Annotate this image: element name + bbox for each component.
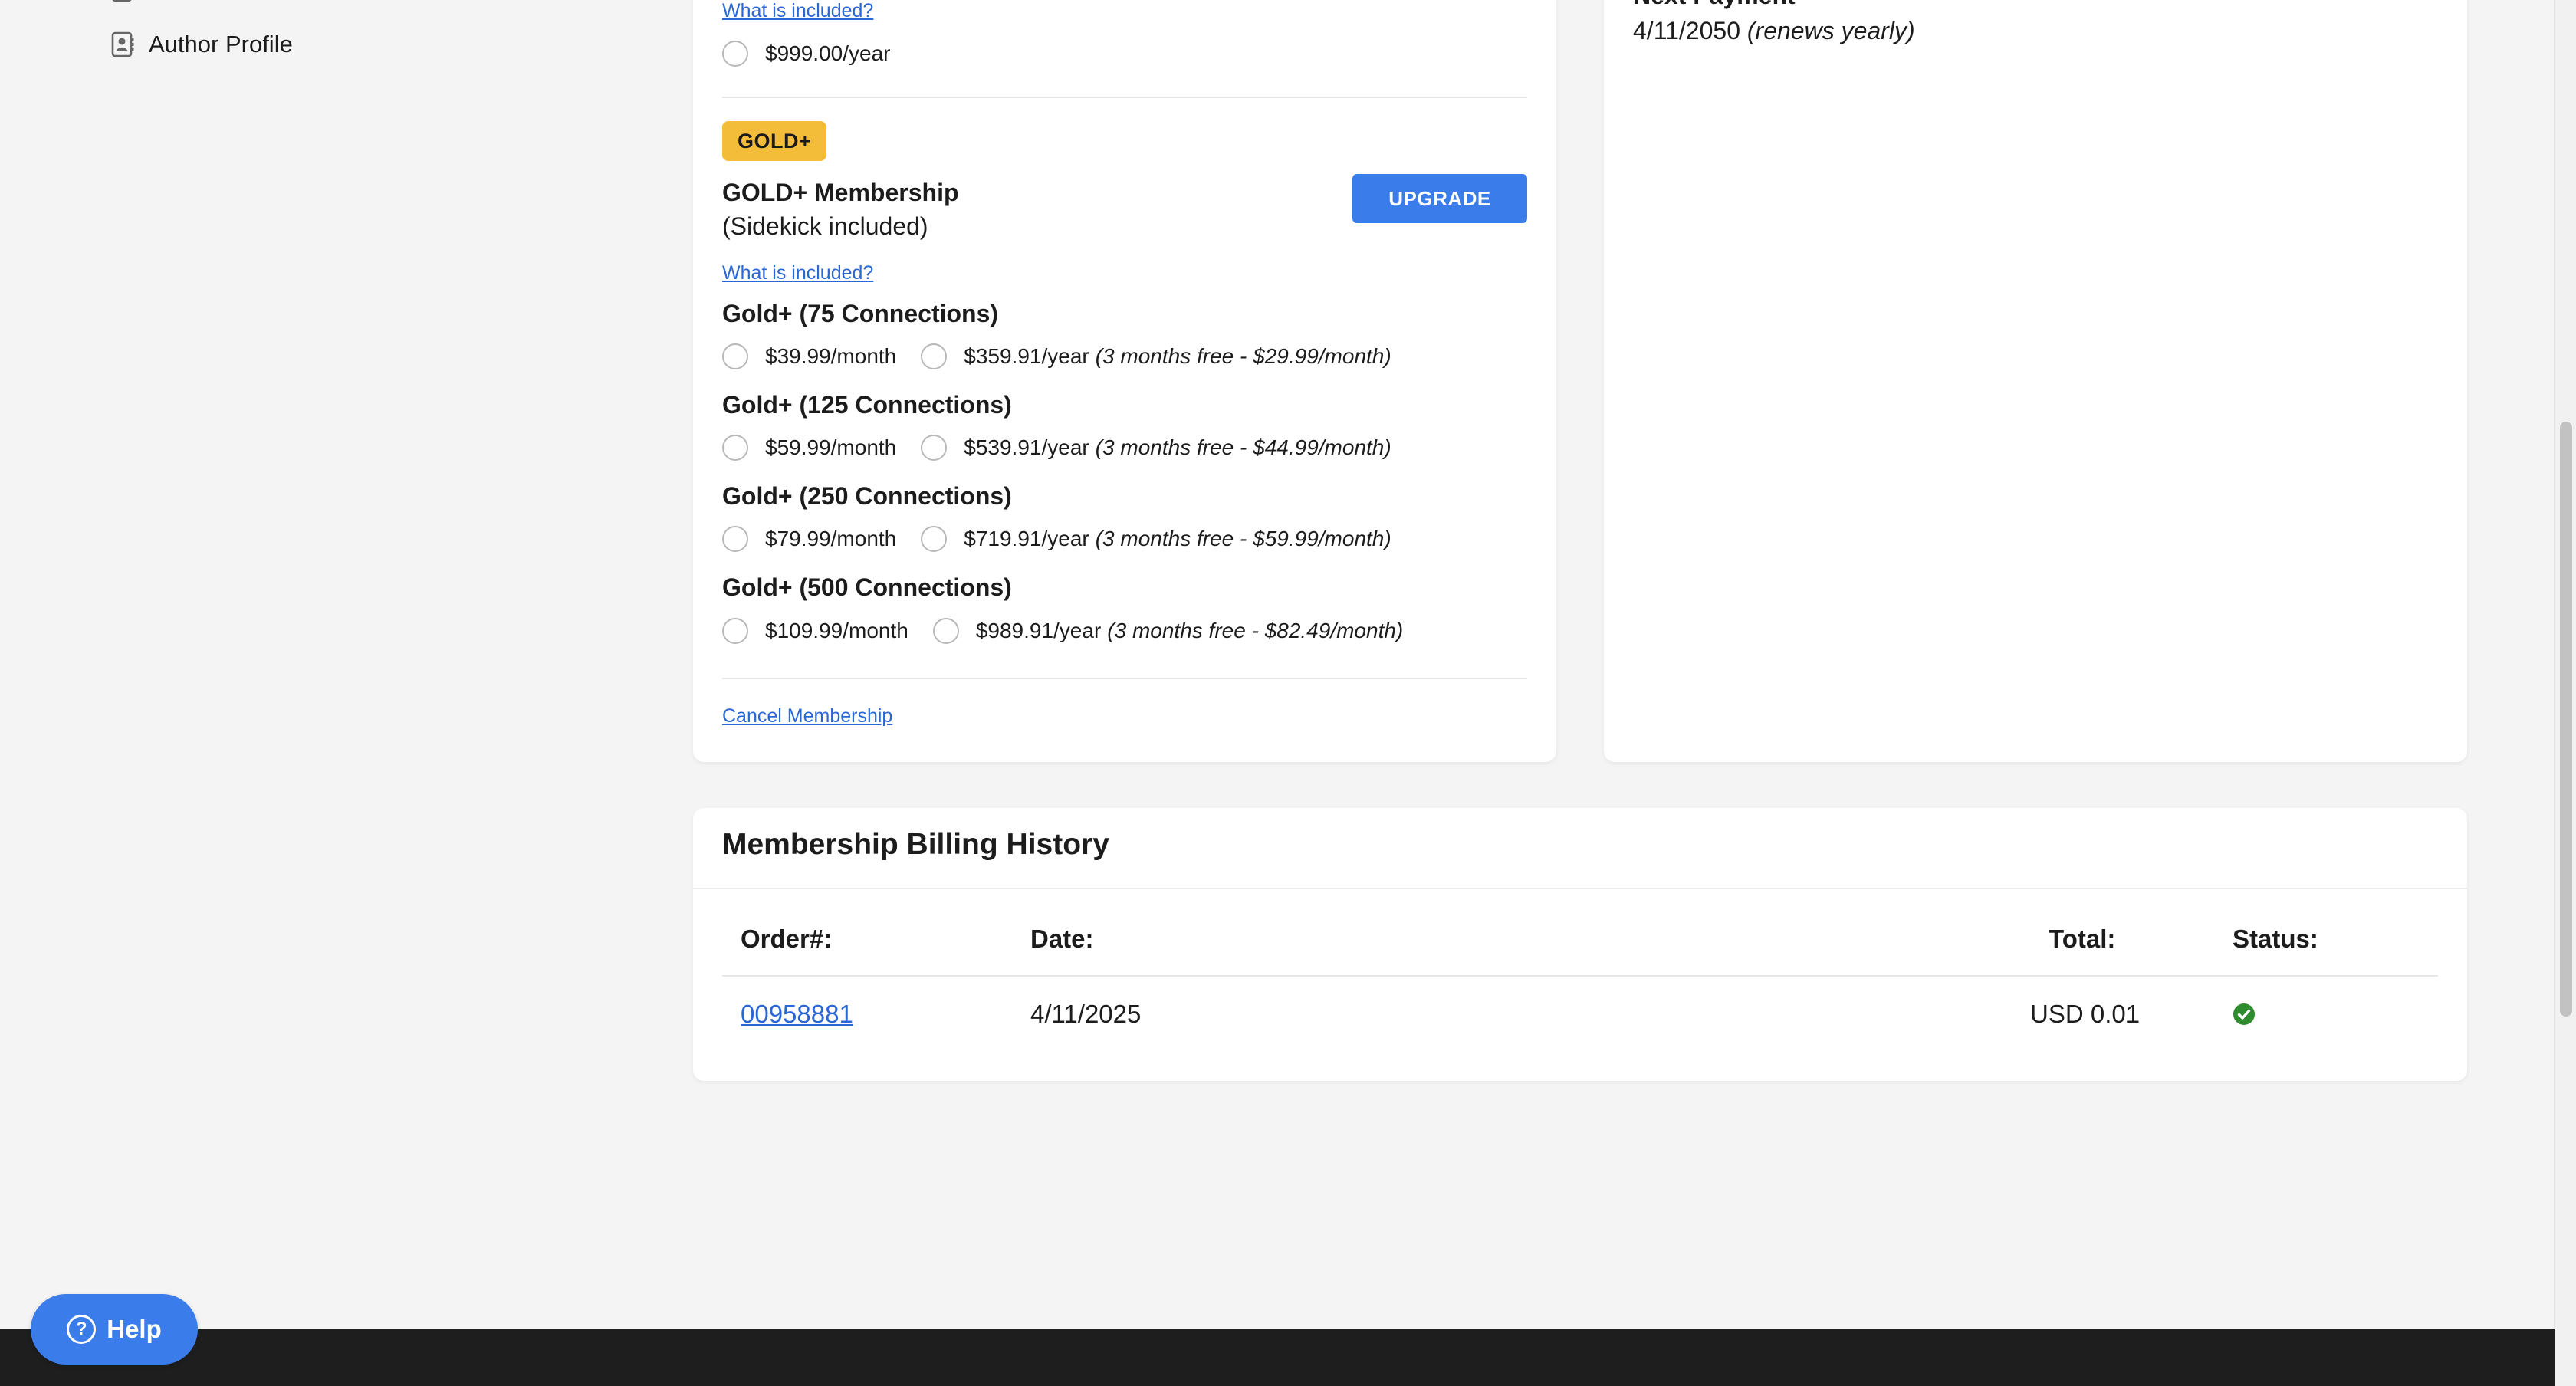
tier-options-row: $39.99/month $359.91/year (3 months free…	[722, 343, 1392, 369]
next-payment-value: 4/11/2050 (renews yearly)	[1633, 17, 1915, 45]
price-label: $719.91/year	[964, 527, 1089, 550]
upgrade-button[interactable]: UPGRADE	[1352, 174, 1527, 223]
column-header-order: Order#:	[741, 925, 833, 953]
radio-button[interactable]	[722, 41, 748, 67]
next-payment-label: Next Payment	[1633, 0, 1796, 10]
price-option-monthly[interactable]: $109.99/month	[722, 618, 909, 644]
column-header-status: Status:	[2233, 925, 2318, 953]
divider	[722, 97, 1527, 98]
price-label: $999.00/year	[765, 41, 891, 65]
tier-options-row: $59.99/month $539.91/year (3 months free…	[722, 435, 1392, 461]
price-option-yearly[interactable]: $999.00/year	[722, 41, 890, 67]
price-label: $79.99/month	[765, 527, 897, 550]
next-payment-card: Next Payment 4/11/2050 (renews yearly)	[1604, 0, 2467, 762]
divider	[722, 975, 2438, 977]
price-note: (3 months free - $82.49/month)	[1107, 619, 1404, 642]
price-note: (3 months free - $44.99/month)	[1095, 435, 1392, 459]
plan-title: GOLD+ Membership (Sidekick included)	[722, 176, 959, 243]
column-header-date: Date:	[1030, 925, 1094, 953]
page-footer	[0, 1329, 2555, 1386]
order-date: 4/11/2025	[1030, 1000, 1142, 1028]
tier-heading: Gold+ (75 Connections)	[722, 300, 999, 327]
sidebar-item-icon-partial	[112, 0, 132, 2]
price-label: $59.99/month	[765, 435, 897, 459]
what-is-included-link[interactable]: What is included?	[722, 0, 873, 22]
membership-plans-card: What is included? $999.00/year GOLD+ GOL…	[693, 0, 1556, 762]
plan-name: GOLD+ Membership	[722, 179, 959, 206]
section-title: Membership Billing History	[722, 828, 1109, 861]
divider	[693, 888, 2467, 889]
price-option-monthly[interactable]: $39.99/month	[722, 343, 896, 369]
column-header-total: Total:	[2049, 925, 2116, 953]
radio-button[interactable]	[921, 343, 948, 369]
price-option-yearly[interactable]: $359.91/year (3 months free - $29.99/mon…	[921, 343, 1392, 369]
gold-plus-badge: GOLD+	[722, 121, 827, 161]
tier-heading: Gold+ (125 Connections)	[722, 391, 1012, 419]
price-note: (3 months free - $59.99/month)	[1095, 527, 1392, 550]
price-label: $539.91/year	[964, 435, 1089, 459]
price-option-yearly[interactable]: $989.91/year (3 months free - $82.49/mon…	[932, 618, 1404, 644]
radio-button[interactable]	[722, 435, 748, 461]
tier-options-row: $109.99/month $989.91/year (3 months fre…	[722, 618, 1403, 644]
price-note: (3 months free - $29.99/month)	[1095, 344, 1392, 368]
radio-button[interactable]	[921, 526, 948, 552]
tier-options-row: $79.99/month $719.91/year (3 months free…	[722, 526, 1392, 552]
contact-card-icon	[110, 31, 135, 58]
current-plan-option-row: $999.00/year	[722, 41, 890, 67]
order-number-link[interactable]: 00958881	[741, 1000, 853, 1029]
check-circle-icon	[2233, 1003, 2256, 1026]
sidebar-item-author-profile[interactable]: Author Profile	[110, 31, 293, 58]
vertical-scrollbar[interactable]	[2554, 0, 2576, 1386]
radio-button[interactable]	[921, 435, 948, 461]
price-label: $109.99/month	[765, 619, 909, 642]
next-payment-date: 4/11/2050	[1633, 17, 1740, 44]
price-option-monthly[interactable]: $79.99/month	[722, 526, 896, 552]
tier-heading: Gold+ (500 Connections)	[722, 573, 1012, 601]
question-circle-icon: ?	[67, 1315, 97, 1344]
radio-button[interactable]	[722, 343, 748, 369]
cancel-membership-link[interactable]: Cancel Membership	[722, 705, 892, 727]
order-total: USD 0.01	[2030, 1000, 2141, 1028]
price-label: $39.99/month	[765, 344, 897, 368]
radio-button[interactable]	[722, 526, 748, 552]
price-label: $989.91/year	[975, 619, 1102, 642]
divider	[722, 678, 1527, 679]
radio-button[interactable]	[932, 618, 959, 644]
price-option-yearly[interactable]: $719.91/year (3 months free - $59.99/mon…	[921, 526, 1392, 552]
price-option-monthly[interactable]: $59.99/month	[722, 435, 896, 461]
help-button[interactable]: ? Help	[31, 1294, 198, 1365]
scrollbar-thumb[interactable]	[2560, 422, 2572, 1017]
tier-heading: Gold+ (250 Connections)	[722, 482, 1012, 510]
price-label: $359.91/year	[964, 344, 1089, 368]
help-label: Help	[107, 1315, 162, 1343]
price-option-yearly[interactable]: $539.91/year (3 months free - $44.99/mon…	[921, 435, 1392, 461]
plan-subtitle: (Sidekick included)	[722, 212, 928, 240]
billing-history-card: Membership Billing History Order#: Date:…	[693, 808, 2467, 1081]
renewal-note: (renews yearly)	[1746, 17, 1915, 44]
sidebar-item-label: Author Profile	[149, 31, 293, 57]
what-is-included-link[interactable]: What is included?	[722, 262, 873, 284]
radio-button[interactable]	[722, 618, 748, 644]
